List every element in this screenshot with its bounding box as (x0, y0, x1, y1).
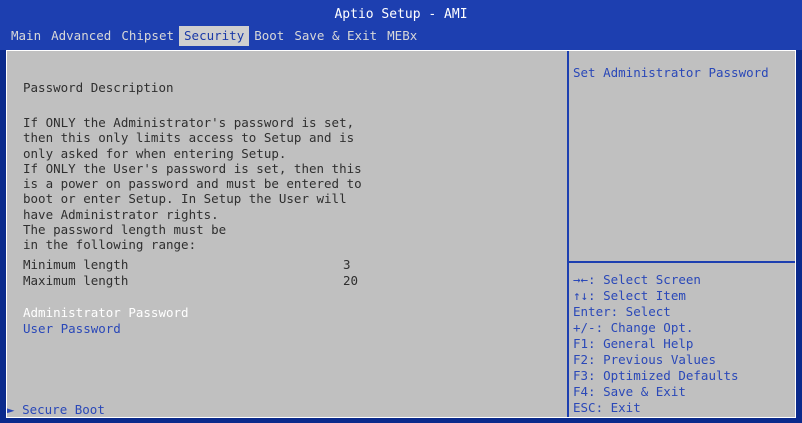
password-description: If ONLY the Administrator's password is … (23, 115, 362, 253)
key-hint: →←: Select Screen (573, 272, 701, 287)
minimum-length-label: Minimum length (23, 257, 129, 272)
help-description-box: Set Administrator Password (569, 51, 795, 263)
description-line: boot or enter Setup. In Setup the User w… (23, 191, 347, 207)
submenu-arrow-icon: ► (7, 402, 15, 417)
secure-boot-label: Secure Boot (22, 402, 105, 417)
tab-mebx[interactable]: MEBx (382, 26, 422, 46)
tab-boot[interactable]: Boot (249, 26, 289, 46)
maximum-length-label: Maximum length (23, 273, 129, 288)
key-hint: Enter: Select (573, 304, 671, 319)
section-title: Password Description (23, 80, 174, 95)
description-line: only asked for when entering Setup. (23, 145, 287, 161)
description-line: in the following range: (23, 237, 197, 253)
secure-boot-item[interactable]: ► Secure Boot (7, 402, 105, 417)
description-line: The password length must be (23, 222, 227, 238)
tab-chipset[interactable]: Chipset (116, 26, 179, 46)
content-panel: Password Description If ONLY the Adminis… (6, 50, 796, 418)
description-line: have Administrator rights. (23, 206, 219, 222)
user-password-item[interactable]: User Password (23, 321, 121, 336)
key-hint: F2: Previous Values (573, 352, 716, 367)
description-line: is a power on password and must be enter… (23, 176, 362, 192)
key-hint: +/-: Change Opt. (573, 320, 694, 335)
key-hint: F3: Optimized Defaults (573, 368, 739, 383)
tab-save-exit[interactable]: Save & Exit (289, 26, 382, 46)
window-title: Aptio Setup - AMI (334, 7, 468, 22)
minimum-length-row: Minimum length 3 (23, 257, 363, 273)
maximum-length-row: Maximum length 20 (23, 273, 363, 289)
key-legend: →←: Select Screen ↑↓: Select Item Enter:… (573, 272, 739, 416)
minimum-length-value: 3 (343, 257, 351, 272)
tab-security[interactable]: Security (179, 26, 250, 46)
maximum-length-value: 20 (343, 273, 359, 288)
tab-bar: Main Advanced Chipset Security Boot Save… (6, 26, 422, 46)
key-hint: F1: General Help (573, 336, 694, 351)
administrator-password-item[interactable]: Administrator Password (23, 305, 189, 320)
key-hint: ESC: Exit (573, 400, 641, 415)
description-line: If ONLY the User's password is set, then… (23, 160, 362, 176)
description-line: If ONLY the Administrator's password is … (23, 115, 355, 130)
help-panel: Set Administrator Password →←: Select Sc… (569, 51, 795, 417)
tab-advanced[interactable]: Advanced (46, 26, 116, 46)
key-hint: F4: Save & Exit (573, 384, 686, 399)
main-panel: Password Description If ONLY the Adminis… (7, 51, 569, 417)
key-hint: ↑↓: Select Item (573, 288, 686, 303)
description-line: then this only limits access to Setup an… (23, 130, 355, 146)
tab-main[interactable]: Main (6, 26, 46, 46)
header-bar: Aptio Setup - AMI Main Advanced Chipset … (0, 0, 802, 50)
help-description: Set Administrator Password (573, 65, 769, 80)
